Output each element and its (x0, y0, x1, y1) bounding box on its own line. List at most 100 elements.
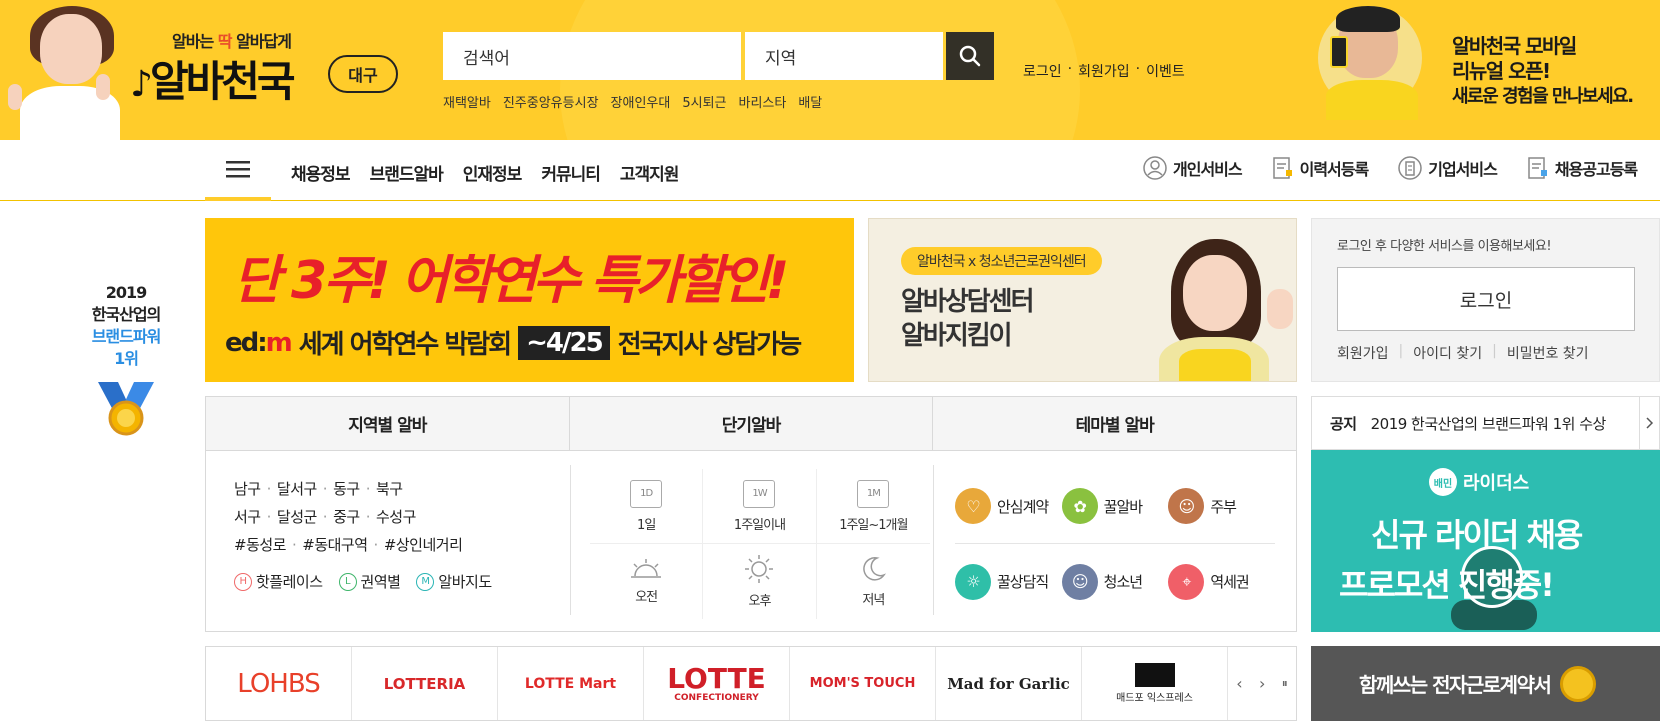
notice-bar[interactable]: 공지 2019 한국산업의 브랜드파워 1위 수상 (1311, 396, 1660, 450)
short-term-1week[interactable]: 1W 1주일이내 (703, 469, 817, 544)
center-model-hand (1267, 289, 1293, 329)
short-term-label: 오후 (748, 594, 772, 609)
popular-keyword[interactable]: 장애인우대 (611, 92, 671, 111)
brand-logo-lotte-confectionery[interactable]: LOTTE CONFECTIONERY (644, 647, 790, 720)
district-row: 남구 · 달서구 · 동구 · 북구 (234, 475, 462, 503)
carousel-next-button[interactable]: › (1259, 674, 1265, 693)
short-term-evening[interactable]: 저녁 (817, 544, 930, 619)
tab-regional-jobs[interactable]: 지역별 알바 (206, 397, 570, 450)
hashtag-link[interactable]: #상인네거리 (384, 536, 463, 554)
job-post-register-link[interactable]: 채용공고등록 (1527, 156, 1638, 180)
district-link[interactable]: 동구 (333, 480, 360, 498)
popular-keyword[interactable]: 배달 (798, 92, 822, 111)
signup-link[interactable]: 회원가입 (1078, 61, 1130, 81)
document-post-icon (1528, 157, 1547, 179)
login-link[interactable]: 로그인 (1023, 61, 1062, 81)
district-link[interactable]: 중구 (333, 508, 360, 526)
separator: | (1492, 343, 1497, 359)
site-logo[interactable]: ♪알바천국 (130, 48, 296, 109)
job-map-link[interactable]: M 알바지도 (416, 571, 492, 592)
theme-station-area[interactable]: ⌖ 역세권 (1168, 544, 1275, 619)
brand-power-award: 2019 한국산업의 브랜드파워 1위 (80, 282, 172, 444)
nav-item-support[interactable]: 고객지원 (620, 160, 680, 185)
center-title-line1: 알바상담센터 (901, 287, 1035, 317)
counseling-center-banner[interactable]: 알바천국 x 청소년근로권익센터 알바상담센터 알바지킴이 (868, 218, 1297, 382)
notice-text: 2019 한국산업의 브랜드파워 1위 수상 (1370, 414, 1607, 433)
main-menu: 채용정보 브랜드알바 인재정보 커뮤니티 고객지원 (291, 160, 680, 185)
district-link[interactable]: 달성군 (277, 508, 317, 526)
popular-keyword[interactable]: 재택알바 (443, 92, 491, 111)
city-selector-button[interactable]: 대구 (328, 55, 398, 93)
theme-youth[interactable]: ☺ 청소년 (1061, 544, 1169, 619)
theme-grid: ♡ 안심계약 ✿ 꿀알바 ☺ 주부 ☼ 꿀상담직 ☺ 청소년 ⌖ 역세권 (955, 469, 1275, 619)
notice-next-button[interactable] (1639, 397, 1659, 449)
popular-keyword[interactable]: 진주중앙유등시장 (503, 92, 599, 111)
tab-short-term-jobs[interactable]: 단기알바 (570, 397, 934, 450)
popular-keyword[interactable]: 5시퇴근 (682, 92, 726, 111)
search-location-input[interactable]: 지역 (745, 32, 943, 80)
brand-logo-moms-touch[interactable]: MOM'S TOUCH (790, 647, 936, 720)
carousel-controls: ‹ › ⏸ (1228, 647, 1296, 720)
riders-recruit-banner[interactable]: 배민 라이더스 신규 라이더 채용 프로모션 진행중! (1311, 450, 1660, 632)
theme-honey-jobs[interactable]: ✿ 꿀알바 (1061, 469, 1169, 544)
search-keyword-input[interactable]: 검색어 (443, 32, 741, 80)
event-link[interactable]: 이벤트 (1146, 61, 1185, 81)
brand-logo-lohbs[interactable]: LOHBS (206, 647, 352, 720)
e-contract-banner[interactable]: 함께쓰는 전자근로계약서 (1311, 646, 1660, 721)
find-password-link[interactable]: 비밀번호 찾기 (1507, 343, 1589, 363)
edm-subline: ed:m 세계 어학연수 박람회 ~4/25 전국지사 상담가능 (225, 324, 802, 361)
theme-housewife[interactable]: ☺ 주부 (1168, 469, 1275, 544)
center-title-line2: 알바지킴이 (901, 321, 1013, 351)
all-menu-button[interactable] (205, 140, 271, 201)
district-link[interactable]: 수성구 (376, 508, 416, 526)
hashtag-link[interactable]: #동대구역 (302, 536, 368, 554)
corporate-service-link[interactable]: 기업서비스 (1398, 156, 1498, 180)
carousel-prev-button[interactable]: ‹ (1236, 674, 1242, 693)
district-row: #동성로 · #동대구역 · #상인네거리 (234, 531, 463, 559)
signup-link[interactable]: 회원가입 (1337, 343, 1389, 363)
resume-register-link[interactable]: 이력서등록 (1272, 156, 1369, 180)
short-term-jobs-column: 1D 1일 1W 1주일이내 1M 1주일~1개월 오전 오후 저녁 (570, 451, 933, 631)
region-area-link[interactable]: L 권역별 (338, 571, 401, 592)
document-edit-icon (1272, 157, 1292, 179)
language-study-banner[interactable]: 단 3주! 어학연수 특가할인! ed:m 세계 어학연수 박람회 ~4/25 … (205, 218, 854, 382)
short-term-1month[interactable]: 1M 1주일~1개월 (816, 469, 930, 544)
brand-logo-mad-express[interactable]: 매드포 익스프레스 (1082, 647, 1228, 720)
theme-counseling[interactable]: ☼ 꿀상담직 (955, 544, 1062, 619)
district-link[interactable]: 남구 (234, 480, 261, 498)
short-term-afternoon[interactable]: 오후 (703, 544, 817, 619)
brand-logo-mad-for-garlic[interactable]: Mad for Garlic (936, 647, 1082, 720)
corporate-service-label: 기업서비스 (1428, 160, 1498, 179)
theme-label: 꿀알바 (1103, 497, 1143, 516)
brand-logo-text: LOHBS (237, 668, 320, 699)
brand-logo-lotteria[interactable]: LOTTERIA (352, 647, 498, 720)
main-navigation: 채용정보 브랜드알바 인재정보 커뮤니티 고객지원 개인서비스 이력서등록 기업… (0, 140, 1660, 201)
short-term-morning[interactable]: 오전 (590, 544, 704, 619)
personal-service-link[interactable]: 개인서비스 (1143, 156, 1243, 180)
mad-express-logo-icon (1134, 663, 1175, 687)
login-button[interactable]: 로그인 (1337, 267, 1635, 331)
short-term-label: 저녁 (862, 593, 885, 608)
hashtag-link[interactable]: #동성로 (234, 536, 286, 554)
nav-item-talent[interactable]: 인재정보 (463, 160, 523, 185)
carousel-pause-button[interactable]: ⏸ (1282, 676, 1288, 691)
hotplace-link[interactable]: H 핫플레이스 (234, 571, 323, 592)
district-link[interactable]: 서구 (234, 508, 261, 526)
nav-item-community[interactable]: 커뮤니티 (541, 160, 601, 185)
theme-safe-contract[interactable]: ♡ 안심계약 (955, 469, 1062, 544)
short-term-1day[interactable]: 1D 1일 (590, 469, 704, 544)
mobile-renewal-promo[interactable]: 알바천국 모바일 리뉴얼 오픈! 새로운 경험을 만나보세요. (1452, 34, 1634, 109)
brand-logo-text: Mad for Garlic (947, 674, 1070, 693)
district-link[interactable]: 달서구 (277, 480, 317, 498)
brand-logo-lotte-mart[interactable]: LOTTE Mart (498, 647, 644, 720)
popular-keyword[interactable]: 바리스타 (739, 92, 787, 111)
nav-item-brand-jobs[interactable]: 브랜드알바 (370, 160, 444, 185)
find-id-link[interactable]: 아이디 찾기 (1413, 343, 1482, 363)
calendar-1m-icon: 1M (857, 479, 890, 508)
brand-logo-text: LOTTERIA (383, 674, 466, 693)
search-button[interactable] (946, 32, 994, 80)
nav-item-jobs[interactable]: 채용정보 (291, 160, 351, 185)
separator-dot: · (1067, 61, 1073, 77)
district-link[interactable]: 북구 (376, 480, 403, 498)
tab-theme-jobs[interactable]: 테마별 알바 (933, 397, 1296, 450)
